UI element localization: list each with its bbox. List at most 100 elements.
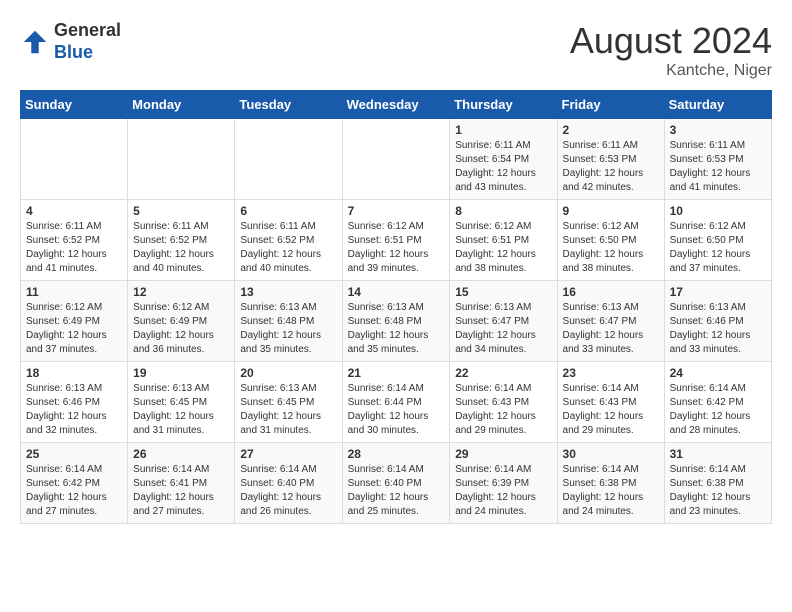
day-info: Sunrise: 6:12 AM Sunset: 6:49 PM Dayligh… [133,301,229,357]
day-info: Sunrise: 6:14 AM Sunset: 6:43 PM Dayligh… [563,382,659,438]
day-info: Sunrise: 6:13 AM Sunset: 6:46 PM Dayligh… [26,382,122,438]
calendar-cell: 14Sunrise: 6:13 AM Sunset: 6:48 PM Dayli… [342,281,450,362]
day-number: 1 [455,123,551,137]
logo: General Blue [20,20,121,63]
calendar-cell: 16Sunrise: 6:13 AM Sunset: 6:47 PM Dayli… [557,281,664,362]
month-year: August 2024 [570,20,772,62]
day-number: 13 [240,285,336,299]
day-info: Sunrise: 6:14 AM Sunset: 6:41 PM Dayligh… [133,463,229,519]
calendar-table: SundayMondayTuesdayWednesdayThursdayFrid… [20,90,772,524]
day-info: Sunrise: 6:12 AM Sunset: 6:50 PM Dayligh… [670,220,766,276]
calendar-cell: 22Sunrise: 6:14 AM Sunset: 6:43 PM Dayli… [450,362,557,443]
calendar-cell: 12 Sunrise: 6:12 AM Sunset: 6:49 PM Dayli… [128,281,235,362]
title-section: August 2024 Kantche, Niger [570,20,772,80]
calendar-cell: 23 Sunrise: 6:14 AM Sunset: 6:43 PM Dayli… [557,362,664,443]
day-info: Sunrise: 6:11 AM Sunset: 6:52 PM Dayligh… [240,220,336,276]
calendar-cell: 27 Sunrise: 6:14 AM Sunset: 6:40 PM Dayli… [235,443,342,524]
day-info: Sunrise: 6:12 AM Sunset: 6:51 PM Dayligh… [348,220,445,276]
day-info: Sunrise: 6:12 AM Sunset: 6:49 PM Dayligh… [26,301,122,357]
day-number: 29 [455,447,551,461]
day-number: 26 [133,447,229,461]
day-info: Sunrise: 6:13 AM Sunset: 6:48 PM Dayligh… [240,301,336,357]
day-number: 5 [133,204,229,218]
calendar-cell: 28 Sunrise: 6:14 AM Sunset: 6:40 PM Dayli… [342,443,450,524]
day-number: 6 [240,204,336,218]
day-info: Sunrise: 6:13 AM Sunset: 6:46 PM Dayligh… [670,301,766,357]
day-info: Sunrise: 6:12 AM Sunset: 6:51 PM Dayligh… [455,220,551,276]
day-info: Sunrise: 6:13 AM Sunset: 6:45 PM Dayligh… [133,382,229,438]
weekday-header: Sunday [21,91,128,119]
calendar-cell: 17 Sunrise: 6:13 AM Sunset: 6:46 PM Dayli… [664,281,771,362]
day-number: 25 [26,447,122,461]
day-info: Sunrise: 6:14 AM Sunset: 6:38 PM Dayligh… [563,463,659,519]
day-info: Sunrise: 6:14 AM Sunset: 6:40 PM Dayligh… [348,463,445,519]
day-number: 4 [26,204,122,218]
day-number: 21 [348,366,445,380]
calendar-cell: 6 Sunrise: 6:11 AM Sunset: 6:52 PM Daylig… [235,200,342,281]
day-info: Sunrise: 6:13 AM Sunset: 6:45 PM Dayligh… [240,382,336,438]
calendar-cell: 1Sunrise: 6:11 AM Sunset: 6:54 PM Daylig… [450,119,557,200]
day-info: Sunrise: 6:13 AM Sunset: 6:47 PM Dayligh… [563,301,659,357]
calendar-cell: 26 Sunrise: 6:14 AM Sunset: 6:41 PM Dayli… [128,443,235,524]
calendar-cell: 31 Sunrise: 6:14 AM Sunset: 6:38 PM Dayli… [664,443,771,524]
day-number: 8 [455,204,551,218]
calendar-cell: 11Sunrise: 6:12 AM Sunset: 6:49 PM Dayli… [21,281,128,362]
day-number: 2 [563,123,659,137]
calendar-cell: 4 Sunrise: 6:11 AM Sunset: 6:52 PM Daylig… [21,200,128,281]
weekday-header-row: SundayMondayTuesdayWednesdayThursdayFrid… [21,91,772,119]
calendar-cell: 3Sunrise: 6:11 AM Sunset: 6:53 PM Daylig… [664,119,771,200]
calendar-week-row: 1Sunrise: 6:11 AM Sunset: 6:54 PM Daylig… [21,119,772,200]
calendar-cell: 10 Sunrise: 6:12 AM Sunset: 6:50 PM Dayli… [664,200,771,281]
calendar-cell: 15 Sunrise: 6:13 AM Sunset: 6:47 PM Dayli… [450,281,557,362]
calendar-cell: 18Sunrise: 6:13 AM Sunset: 6:46 PM Dayli… [21,362,128,443]
day-number: 17 [670,285,766,299]
calendar-week-row: 18Sunrise: 6:13 AM Sunset: 6:46 PM Dayli… [21,362,772,443]
day-number: 10 [670,204,766,218]
weekday-header: Wednesday [342,91,450,119]
calendar-cell: 30 Sunrise: 6:14 AM Sunset: 6:38 PM Dayli… [557,443,664,524]
calendar-cell: 25 Sunrise: 6:14 AM Sunset: 6:42 PM Dayli… [21,443,128,524]
day-number: 28 [348,447,445,461]
day-info: Sunrise: 6:13 AM Sunset: 6:48 PM Dayligh… [348,301,445,357]
location: Kantche, Niger [570,62,772,80]
logo-general: General [54,20,121,42]
calendar-cell: 8 Sunrise: 6:12 AM Sunset: 6:51 PM Daylig… [450,200,557,281]
calendar-cell [128,119,235,200]
logo-text: General Blue [54,20,121,63]
calendar-cell: 19 Sunrise: 6:13 AM Sunset: 6:45 PM Dayli… [128,362,235,443]
day-info: Sunrise: 6:14 AM Sunset: 6:39 PM Dayligh… [455,463,551,519]
weekday-header: Thursday [450,91,557,119]
weekday-header: Monday [128,91,235,119]
calendar-week-row: 11Sunrise: 6:12 AM Sunset: 6:49 PM Dayli… [21,281,772,362]
weekday-header: Tuesday [235,91,342,119]
day-number: 31 [670,447,766,461]
day-number: 27 [240,447,336,461]
day-number: 19 [133,366,229,380]
calendar-cell: 24Sunrise: 6:14 AM Sunset: 6:42 PM Dayli… [664,362,771,443]
day-info: Sunrise: 6:12 AM Sunset: 6:50 PM Dayligh… [563,220,659,276]
day-info: Sunrise: 6:11 AM Sunset: 6:53 PM Dayligh… [563,139,659,195]
day-info: Sunrise: 6:14 AM Sunset: 6:42 PM Dayligh… [26,463,122,519]
logo-blue: Blue [54,42,121,64]
day-info: Sunrise: 6:13 AM Sunset: 6:47 PM Dayligh… [455,301,551,357]
calendar-cell: 5Sunrise: 6:11 AM Sunset: 6:52 PM Daylig… [128,200,235,281]
calendar-cell: 20Sunrise: 6:13 AM Sunset: 6:45 PM Dayli… [235,362,342,443]
day-number: 23 [563,366,659,380]
calendar-cell: 2 Sunrise: 6:11 AM Sunset: 6:53 PM Daylig… [557,119,664,200]
weekday-header: Saturday [664,91,771,119]
day-info: Sunrise: 6:14 AM Sunset: 6:40 PM Dayligh… [240,463,336,519]
day-number: 7 [348,204,445,218]
day-number: 15 [455,285,551,299]
day-number: 30 [563,447,659,461]
calendar-cell: 7 Sunrise: 6:12 AM Sunset: 6:51 PM Daylig… [342,200,450,281]
day-info: Sunrise: 6:14 AM Sunset: 6:38 PM Dayligh… [670,463,766,519]
calendar-cell [342,119,450,200]
logo-icon [20,27,50,57]
calendar-week-row: 25 Sunrise: 6:14 AM Sunset: 6:42 PM Dayli… [21,443,772,524]
day-info: Sunrise: 6:14 AM Sunset: 6:42 PM Dayligh… [670,382,766,438]
day-info: Sunrise: 6:14 AM Sunset: 6:44 PM Dayligh… [348,382,445,438]
calendar-cell [21,119,128,200]
day-number: 12 [133,285,229,299]
day-info: Sunrise: 6:11 AM Sunset: 6:52 PM Dayligh… [26,220,122,276]
calendar-cell: 21 Sunrise: 6:14 AM Sunset: 6:44 PM Dayli… [342,362,450,443]
